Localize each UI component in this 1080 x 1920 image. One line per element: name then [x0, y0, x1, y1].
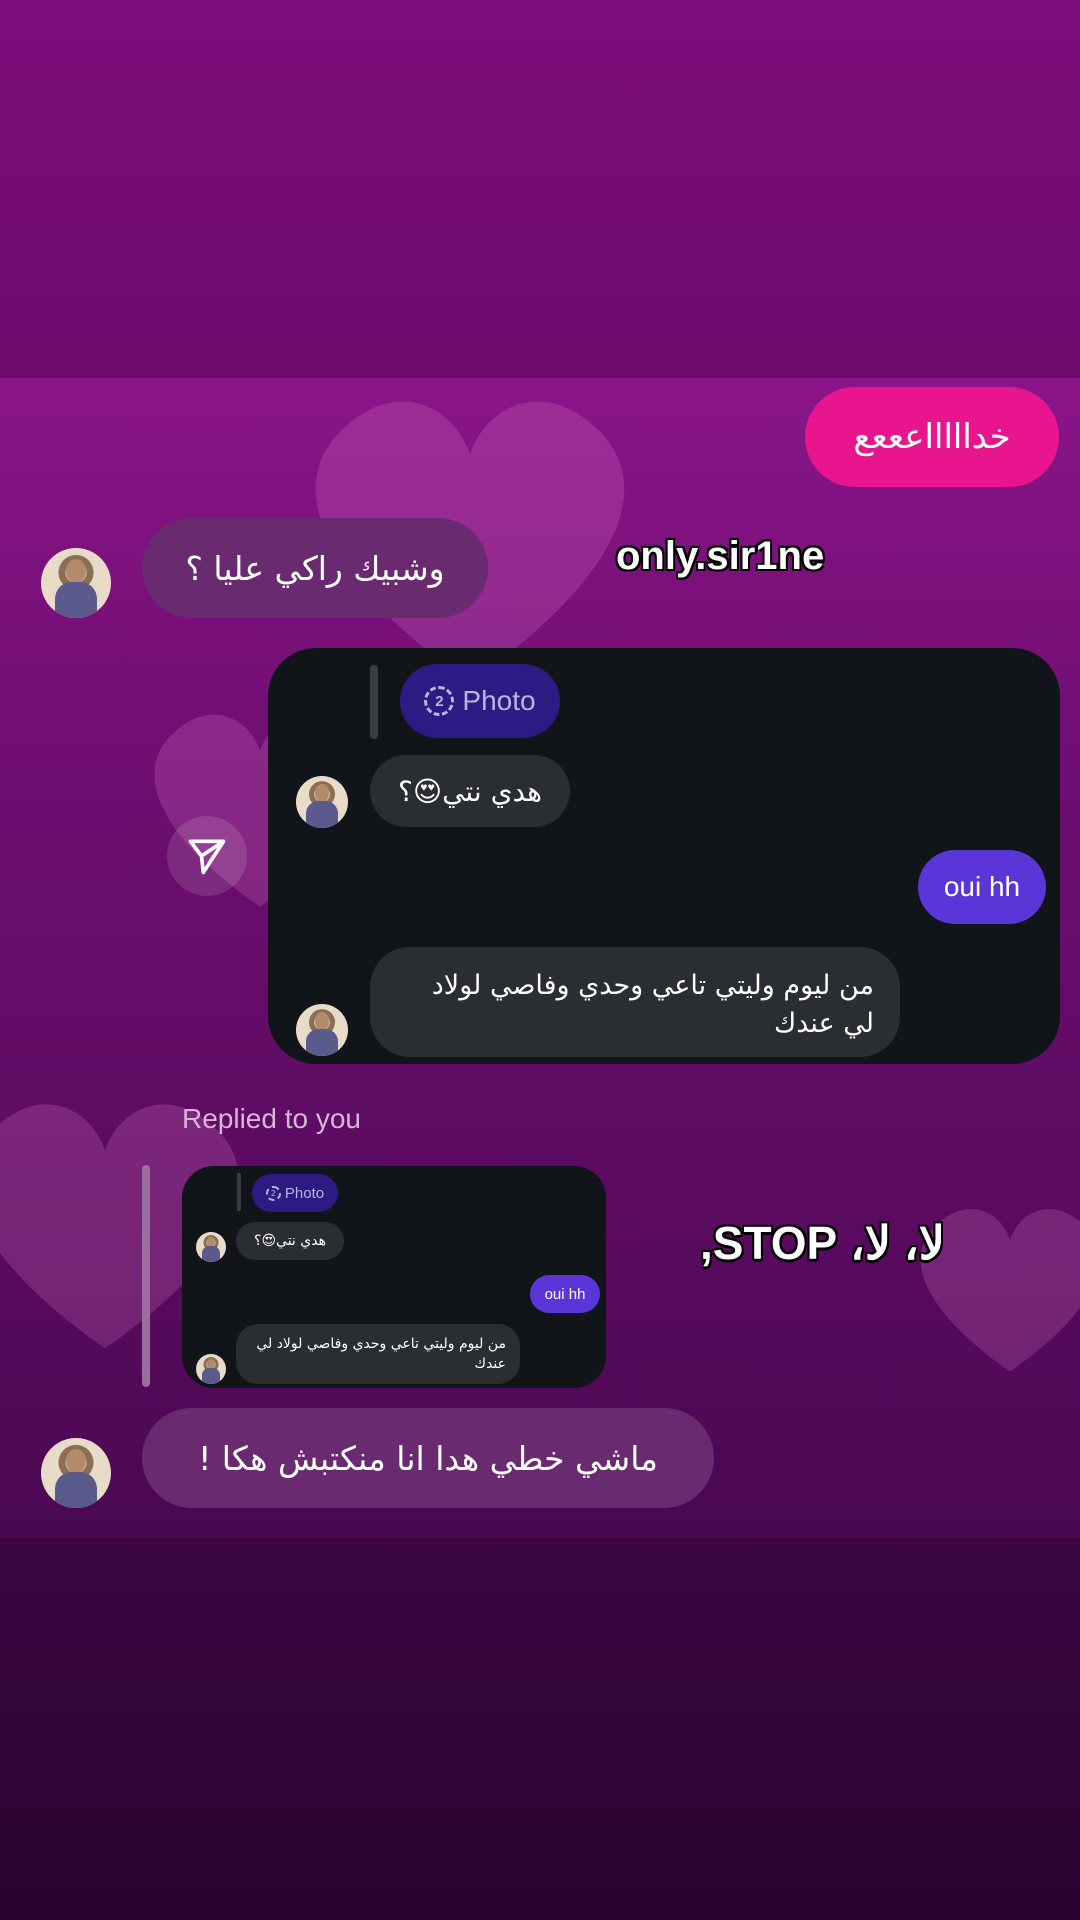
- reply-indicator-line: [237, 1173, 241, 1211]
- top-background: [0, 0, 1080, 378]
- photo-label: Photo: [462, 685, 536, 716]
- card-message: من ليوم وليتي تاعي وحدي وفاصي لولاد لي ع…: [370, 947, 900, 1057]
- send-arrow-icon: [188, 839, 226, 875]
- avatar: [296, 776, 348, 828]
- share-button[interactable]: [167, 816, 247, 896]
- photo-count-icon: 2: [424, 686, 455, 716]
- overlay-caption: لا، لا، STOP,: [700, 1217, 945, 1269]
- avatar[interactable]: [41, 548, 111, 618]
- card-message: هدي نتي😍؟: [370, 755, 570, 827]
- outgoing-message[interactable]: خداااااعععع: [805, 387, 1059, 487]
- photo-reply-chip: 2 Photo: [252, 1174, 338, 1212]
- photo-label: Photo: [284, 1184, 325, 1202]
- card-reply-outgoing: oui hh: [530, 1275, 600, 1313]
- card-message: من ليوم وليتي تاعي وحدي وفاصي لولاد لي ع…: [236, 1324, 520, 1384]
- card-message: هدي نتي😍؟: [236, 1222, 344, 1260]
- reply-indicator-line: [370, 665, 378, 739]
- photo-reply-chip: 2 Photo: [400, 664, 560, 738]
- reply-quote-bar: [142, 1165, 150, 1387]
- photo-count-icon: 2: [265, 1185, 281, 1201]
- avatar: [196, 1354, 226, 1384]
- incoming-message[interactable]: ماشي خطي هدا انا منكتبش هكا !: [142, 1408, 714, 1508]
- incoming-message[interactable]: وشبيك راكي عليا ؟: [142, 518, 488, 618]
- avatar: [196, 1232, 226, 1262]
- avatar[interactable]: [41, 1438, 111, 1508]
- heart-decor: [900, 1178, 1080, 1398]
- card-reply-outgoing: oui hh: [918, 850, 1046, 924]
- avatar: [296, 1004, 348, 1056]
- replied-to-you-label: Replied to you: [182, 1103, 362, 1134]
- watermark-text: only.sir1ne: [616, 534, 825, 578]
- bottom-background: [0, 1538, 1080, 1920]
